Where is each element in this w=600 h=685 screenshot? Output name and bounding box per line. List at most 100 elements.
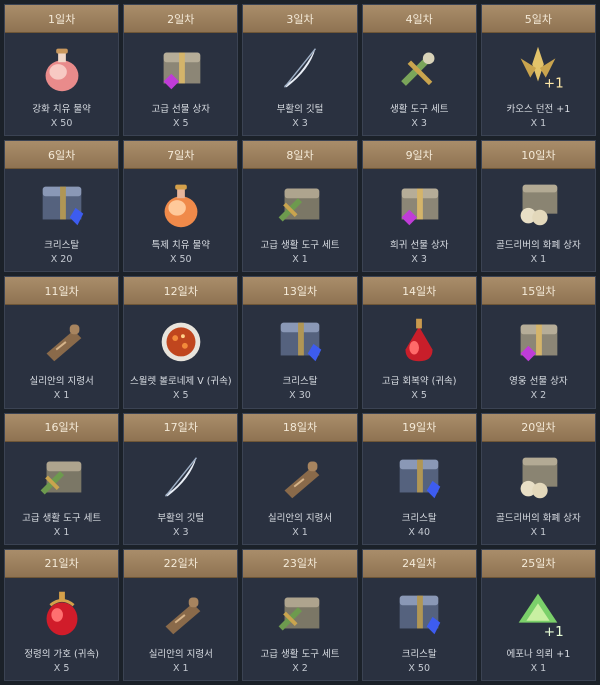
reward-cell[interactable]: 24일차 크리스탈 X 50 (361, 548, 477, 681)
svg-text:+1: +1 (544, 624, 564, 640)
item-name: 고급 생활 도구 세트 (260, 240, 340, 252)
gift-chest-icon (390, 175, 448, 233)
item-quantity: X 5 (411, 390, 427, 402)
day-label: 15일차 (481, 277, 595, 306)
reward-cell[interactable]: 12일차스윌렛 볼로네제 V (귀속) X 5 (123, 276, 239, 409)
item-quantity: X 2 (530, 390, 547, 402)
item-name: 고급 생활 도구 세트 (260, 648, 340, 660)
reward-grid: 1일차 강화 치유 물약 X 50 2일차 고급 선물 상자 X 5 3일차 부활의 깃털 X … (0, 0, 600, 685)
item-name: 크리스탈 (282, 376, 318, 388)
item-name: 영웅 선물 상자 (509, 376, 568, 388)
item-quantity: X 3 (292, 118, 308, 129)
reward-cell[interactable]: 7일차특제 치유 물약 X 50 (123, 140, 239, 273)
item-name: 정령의 가호 (귀속) (24, 648, 99, 660)
day-label: 14일차 (362, 277, 476, 306)
item-name: 특제 치유 물약 (151, 240, 211, 252)
day-label: 16일차 (5, 413, 119, 442)
orange-potion-icon (152, 175, 210, 233)
item-quantity: X 1 (530, 662, 547, 674)
item-name: 부활의 깃털 (276, 104, 324, 115)
reward-cell[interactable]: 2일차 고급 선물 상자 X 5 (123, 4, 239, 137)
gift-chest-icon (509, 311, 567, 369)
reward-cell[interactable]: 20일차 골드리버의 화폐 상자 X 1 (480, 412, 596, 545)
reward-cell[interactable]: 18일차 실리안의 지령서 X 1 (242, 412, 358, 545)
tool-chest-icon (271, 584, 329, 642)
crystal-chest-icon (390, 584, 448, 642)
item-quantity: X 5 (173, 118, 189, 129)
item-quantity: X 3 (411, 254, 427, 266)
item-name: 실리안의 지령서 (29, 376, 94, 388)
day-label: 21일차 (5, 549, 119, 578)
item-quantity: X 1 (530, 118, 547, 129)
day-label: 10일차 (481, 141, 595, 170)
feather-icon (271, 39, 329, 97)
day-label: 18일차 (243, 413, 357, 442)
day-label: 7일차 (124, 141, 238, 170)
day-label: 4일차 (362, 5, 476, 33)
svg-text:+1: +1 (544, 75, 564, 91)
item-quantity: X 5 (173, 390, 189, 402)
item-name: 크리스탈 (44, 240, 80, 252)
red-potion-icon (390, 311, 448, 369)
tool-set-icon (390, 39, 448, 97)
reward-cell[interactable]: 22일차 실리안의 지령서 X 1 (123, 548, 239, 681)
item-quantity: X 50 (169, 254, 192, 266)
day-label: 12일차 (124, 277, 238, 306)
reward-cell[interactable]: 13일차 크리스탈 X 30 (242, 276, 358, 409)
reward-cell[interactable]: 5일차 +1 카오스 던전 +1 X 1 (480, 4, 596, 137)
day-label: 17일차 (124, 413, 238, 442)
reward-cell[interactable]: 1일차 강화 치유 물약 X 50 (4, 4, 120, 137)
day-label: 2일차 (124, 5, 238, 33)
epona-quest-icon: +1 (509, 584, 567, 642)
reward-cell[interactable]: 9일차 희귀 선물 상자 X 3 (361, 140, 477, 273)
item-quantity: X 30 (289, 390, 311, 402)
day-label: 8일차 (243, 141, 357, 170)
day-label: 5일차 (481, 5, 595, 33)
reward-cell[interactable]: 8일차 고급 생활 도구 세트 X 1 (242, 140, 358, 273)
feather-icon (152, 448, 210, 506)
reward-cell[interactable]: 16일차고급 생활 도구 세트 X 1 (4, 412, 120, 545)
item-name: 에포나 의뢰 +1 (506, 648, 571, 660)
reward-cell[interactable]: 21일차정령의 가호 (귀속) X 5 (4, 548, 120, 681)
day-label: 22일차 (124, 549, 238, 578)
item-name: 스윌렛 볼로네제 V (귀속) (129, 376, 232, 388)
reward-cell[interactable]: 15일차영웅 선물 상자 X 2 (480, 276, 596, 409)
coin-chest-icon (509, 448, 567, 506)
scroll-icon (271, 448, 329, 506)
item-name: 크리스탈 (401, 648, 437, 660)
reward-cell[interactable]: 10일차 골드리버의 화폐 상자 X 1 (480, 140, 596, 273)
reward-cell[interactable]: 14일차 고급 회복약 (귀속) X 5 (361, 276, 477, 409)
crystal-chest-icon (33, 175, 91, 233)
reward-cell[interactable]: 17일차 부활의 깃털 X 3 (123, 412, 239, 545)
item-name: 실리안의 지령서 (267, 512, 333, 524)
item-name: 고급 생활 도구 세트 (22, 512, 102, 524)
reward-cell[interactable]: 11일차실리안의 지령서 X 1 (4, 276, 120, 409)
item-name: 강화 치유 물약 (32, 104, 91, 115)
reward-cell[interactable]: 23일차 고급 생활 도구 세트 X 2 (242, 548, 358, 681)
day-label: 11일차 (5, 277, 119, 306)
reward-cell[interactable]: 4일차 생활 도구 세트 X 3 (361, 4, 477, 137)
day-label: 3일차 (243, 5, 357, 33)
item-name: 골드리버의 화폐 상자 (496, 240, 581, 252)
crystal-chest-icon (271, 311, 329, 369)
tool-chest-icon (271, 175, 329, 233)
item-name: 골드리버의 화폐 상자 (496, 512, 581, 524)
item-quantity: X 50 (50, 118, 73, 129)
tool-chest-icon (33, 448, 91, 506)
day-label: 25일차 (481, 549, 595, 578)
item-quantity: X 1 (53, 526, 70, 538)
item-name: 실리안의 지령서 (148, 648, 213, 660)
item-quantity: X 20 (50, 254, 73, 266)
scroll-icon (152, 584, 210, 642)
reward-cell[interactable]: 6일차 크리스탈 X 20 (4, 140, 120, 273)
item-quantity: X 1 (53, 390, 70, 402)
item-quantity: X 50 (408, 662, 430, 674)
day-label: 19일차 (362, 413, 476, 442)
reward-cell[interactable]: 19일차 크리스탈 X 40 (361, 412, 477, 545)
crystal-chest-icon (390, 448, 448, 506)
spirit-potion-icon (33, 584, 91, 642)
item-name: 부활의 깃털 (157, 512, 205, 524)
reward-cell[interactable]: 3일차부활의 깃털 X 3 (242, 4, 358, 137)
item-quantity: X 5 (53, 662, 70, 674)
reward-cell[interactable]: 25일차 +1 에포나 의뢰 +1 X 1 (480, 548, 596, 681)
